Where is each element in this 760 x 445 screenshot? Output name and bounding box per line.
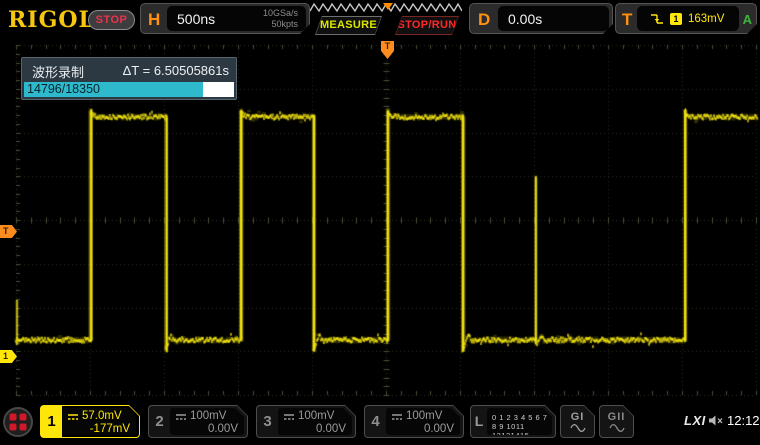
channel4-number: 4 [365, 406, 386, 437]
horizontal-settings-group[interactable]: H 500ns 10GSa/s 50kpts [140, 3, 310, 34]
clock: 12:12 [727, 413, 760, 428]
channel2-box[interactable]: 2 100mV 0.00V [148, 405, 248, 438]
run-state-badge: STOP [88, 10, 135, 30]
falling-edge-trigger-icon [650, 12, 664, 26]
record-panel-title: 波形录制 [32, 62, 84, 81]
source2-button[interactable]: GII [599, 405, 634, 438]
record-frame-counter: 14796/18350 [27, 82, 100, 97]
channel3-scale: 100mV [298, 410, 334, 423]
stop-run-button-label: STOP/RUN [396, 17, 458, 34]
sample-rate-memdepth: 10GSa/s 50kpts [263, 8, 298, 30]
record-delta-t: ΔT = 6.50505861s [123, 63, 229, 78]
menu-grid-icon [10, 414, 27, 431]
record-panel-header: 波形录制 ΔT = 6.50505861s [22, 58, 236, 82]
bottom-channel-bar: 1 57.0mV -177mV 2 [0, 400, 760, 445]
dc-coupling-icon [175, 413, 187, 421]
trigger-pill: 1 163mV [637, 6, 739, 31]
logic-channels-box[interactable]: L 0 1 2 3 4 5 6 7 8 9 1011 12131415 [470, 405, 556, 438]
timebase-value: 500ns [177, 11, 215, 27]
trigger-source-badge: 1 [670, 13, 682, 25]
record-progress-bar: 14796/18350 [24, 82, 234, 97]
channel1-offset: -177mV [67, 423, 130, 436]
logic-label: L [471, 406, 487, 437]
speaker-muted-icon[interactable] [708, 414, 724, 427]
oscilloscope-screen: RIGOL STOP H 500ns 10GSa/s 50kpts MEASUR… [0, 0, 760, 445]
rigol-logo: RIGOL [8, 7, 95, 33]
source2-label: GII [608, 411, 626, 423]
channel2-scale: 100mV [190, 410, 226, 423]
logic-channel-numbers: 0 1 2 3 4 5 6 7 8 9 1011 12131415 [487, 408, 552, 435]
lxi-indicator: LXI [684, 413, 706, 428]
channel1-box[interactable]: 1 57.0mV -177mV [40, 405, 140, 438]
logic-row-0-7: 0 1 2 3 4 5 6 7 [492, 413, 552, 422]
channel2-offset: 0.00V [175, 423, 238, 436]
delay-pill: 0.00s [498, 6, 609, 31]
sine-wave-icon [609, 423, 625, 432]
horizontal-label: H [148, 10, 160, 30]
trigger-settings-group[interactable]: T 1 163mV A [615, 3, 757, 34]
memory-depth: 50kpts [263, 19, 298, 30]
acquire-mode-indicator: A [743, 12, 752, 27]
measure-button-label: MEASURE [316, 17, 381, 34]
record-position-marker-icon[interactable] [383, 3, 393, 10]
navigation-menu-button[interactable] [3, 407, 33, 437]
channel4-offset: 0.00V [391, 423, 454, 436]
channel3-number: 3 [257, 406, 278, 437]
channel3-box[interactable]: 3 100mV 0.00V [256, 405, 356, 438]
channel2-number: 2 [149, 406, 170, 437]
dc-coupling-icon [67, 413, 79, 421]
delay-settings-group[interactable]: D 0.00s [469, 3, 613, 34]
source1-label: GI [571, 411, 585, 423]
source1-button[interactable]: GI [560, 405, 595, 438]
channel1-number: 1 [41, 406, 62, 437]
dc-coupling-icon [283, 413, 295, 421]
channel4-scale: 100mV [406, 410, 442, 423]
sample-rate: 10GSa/s [263, 8, 298, 19]
channel3-offset: 0.00V [283, 423, 346, 436]
logic-row-8-15: 8 9 1011 12131415 [492, 422, 552, 440]
sine-wave-icon [570, 423, 586, 432]
waveform-record-panel: 波形录制 ΔT = 6.50505861s 14796/18350 [21, 57, 237, 100]
channel1-scale: 57.0mV [82, 410, 122, 423]
trigger-label: T [622, 10, 632, 30]
channel4-box[interactable]: 4 100mV 0.00V [364, 405, 464, 438]
top-status-bar: RIGOL STOP H 500ns 10GSa/s 50kpts MEASUR… [0, 0, 760, 40]
timebase-pill: 500ns 10GSa/s 50kpts [167, 6, 306, 31]
measure-button[interactable]: MEASURE [315, 16, 382, 35]
dc-coupling-icon [391, 413, 403, 421]
stop-run-button[interactable]: STOP/RUN [395, 16, 459, 35]
delay-value: 0.00s [508, 11, 542, 27]
trigger-level-value: 163mV [688, 13, 724, 25]
delay-label: D [478, 10, 490, 30]
